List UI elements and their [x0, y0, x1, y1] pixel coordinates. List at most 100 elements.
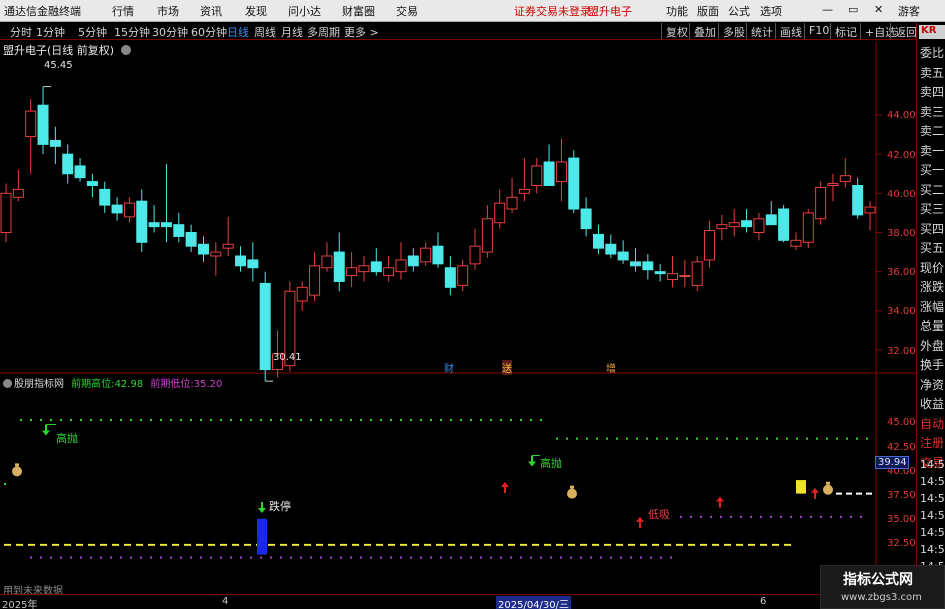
prev-low-dot — [250, 556, 252, 559]
prev-low-dot — [230, 556, 232, 559]
prev-low-dot — [500, 556, 502, 559]
period-tab-1min[interactable]: 1分钟 — [36, 24, 65, 40]
menu-item[interactable]: 发现 — [245, 3, 267, 19]
prev-low-dot — [820, 515, 822, 518]
dividend-marker[interactable]: 送 — [502, 360, 512, 375]
prev-low-dot — [290, 556, 292, 559]
prev-low-dot — [140, 556, 142, 559]
menu-item[interactable]: 财富圈 — [342, 3, 375, 19]
multi-stock-button[interactable]: 多股 — [718, 23, 749, 39]
price-chart[interactable] — [0, 41, 916, 594]
prev-low-dot — [770, 515, 772, 518]
prev-low-dot — [710, 515, 712, 518]
period-tab-60min[interactable]: 60分钟 — [191, 24, 227, 40]
period-tab-more[interactable]: 更多 > — [344, 24, 379, 40]
share-increase-marker[interactable]: 增 — [606, 360, 616, 375]
money-bag-icon — [15, 463, 19, 467]
prev-low-dot — [540, 556, 542, 559]
restore-rights-button[interactable]: 复权 — [661, 23, 692, 39]
menu-item[interactable]: 功能 — [666, 3, 688, 19]
period-tab-multi[interactable]: 多周期 — [307, 24, 340, 40]
prev-high-dot — [606, 437, 608, 440]
period-tab-15min[interactable]: 15分钟 — [114, 24, 150, 40]
menu-item[interactable]: 通达信金融终端 — [4, 3, 81, 19]
period-tab-weekly[interactable]: 周线 — [254, 24, 276, 40]
menu-item[interactable]: 公式 — [728, 3, 750, 19]
candle-body — [49, 139, 61, 147]
menu-item[interactable]: 版面 — [697, 3, 719, 19]
period-tab-timeshare[interactable]: 分时 — [10, 24, 32, 40]
menu-item[interactable]: 交易 — [396, 3, 418, 19]
candle-body — [481, 218, 493, 253]
prev-high-dot — [626, 437, 628, 440]
menu-item[interactable]: 游客 — [898, 3, 920, 19]
prev-low-dot — [810, 515, 812, 518]
menu-item[interactable]: 问小达 — [288, 3, 321, 19]
prev-low-dot — [680, 515, 682, 518]
indicator-tick: 42.50 — [887, 442, 916, 453]
indicator-name: 股朋指标网 — [14, 379, 64, 390]
prev-low-dot — [610, 556, 612, 559]
menu-item[interactable]: 证券交易未登录 — [514, 3, 591, 19]
maximize-button[interactable]: ▭ — [848, 3, 858, 16]
menu-item[interactable]: 选项 — [760, 3, 782, 19]
candle-body — [370, 261, 382, 273]
buy-arrow-icon — [811, 487, 819, 499]
prev-low-dot — [730, 515, 732, 518]
prev-low-dot — [360, 556, 362, 559]
indicator-options-icon[interactable] — [3, 379, 12, 388]
prev-high-dot — [350, 419, 352, 422]
quote-row-label: 自动 — [920, 416, 945, 431]
prev-low-dot — [410, 556, 412, 559]
low-price-label: 30.41 — [273, 352, 302, 363]
menu-item[interactable]: 市场 — [157, 3, 179, 19]
candle-body — [531, 165, 543, 186]
candlestick-series — [0, 86, 876, 382]
prev-low-dot — [470, 556, 472, 559]
period-tab-30min[interactable]: 30分钟 — [152, 24, 188, 40]
candle-body — [679, 275, 691, 278]
prev-high-dot — [460, 419, 462, 422]
indicator-tick: 35.00 — [887, 514, 916, 525]
statistics-button[interactable]: 统计 — [746, 23, 777, 39]
candle-body — [407, 255, 419, 267]
chart-options-icon[interactable] — [120, 45, 131, 55]
cursor-date-label: 2025/04/30/三 — [496, 596, 572, 609]
prev-high-dot — [60, 419, 62, 422]
financial-report-marker[interactable]: 财 — [444, 360, 454, 375]
prev-high-dot — [736, 437, 738, 440]
prev-high-dot — [320, 419, 322, 422]
prev-low-dot — [580, 556, 582, 559]
overlay-button[interactable]: 叠加 — [689, 23, 720, 39]
candle-body — [432, 245, 444, 265]
menu-bar: 通达信金融终端 行情 市场 资讯 发现 问小达 财富圈 交易 证券交易未登录 盟升电子 功能 版面 公式… — [0, 0, 945, 22]
mark-button[interactable]: 标记 — [830, 23, 861, 39]
f10-button[interactable]: F10 — [804, 23, 833, 39]
candle-body — [235, 255, 247, 267]
draw-line-button[interactable]: 画线 — [775, 23, 806, 39]
candle-body — [716, 224, 728, 230]
close-button[interactable]: ✕ — [874, 3, 883, 16]
prev-high-dot — [260, 419, 262, 422]
prev-low-dot — [330, 556, 332, 559]
quote-panel-tag[interactable]: KR — [919, 25, 945, 39]
menu-item[interactable]: 资讯 — [200, 3, 222, 19]
price-tick: 42.00 — [887, 150, 916, 161]
prev-high-dot — [806, 437, 808, 440]
menu-item[interactable]: 盟升电子 — [588, 3, 632, 19]
prev-low-value: 35.20 — [193, 379, 223, 390]
prev-low-dot — [280, 556, 282, 559]
period-tab-monthly[interactable]: 月线 — [281, 24, 303, 40]
candle-body — [617, 251, 629, 261]
candle-body — [815, 186, 827, 220]
period-tab-5min[interactable]: 5分钟 — [78, 24, 107, 40]
prev-high-dot — [596, 437, 598, 440]
prev-high-dot — [80, 419, 82, 422]
quote-row-label: 买四 — [920, 221, 945, 236]
prev-low-dot — [630, 556, 632, 559]
period-tab-daily[interactable]: 日线 — [227, 24, 249, 40]
menu-item[interactable]: 行情 — [112, 3, 134, 19]
minimize-button[interactable]: — — [822, 3, 833, 16]
prev-high-dot — [530, 419, 532, 422]
sell-high-label: 高抛 — [56, 432, 78, 445]
